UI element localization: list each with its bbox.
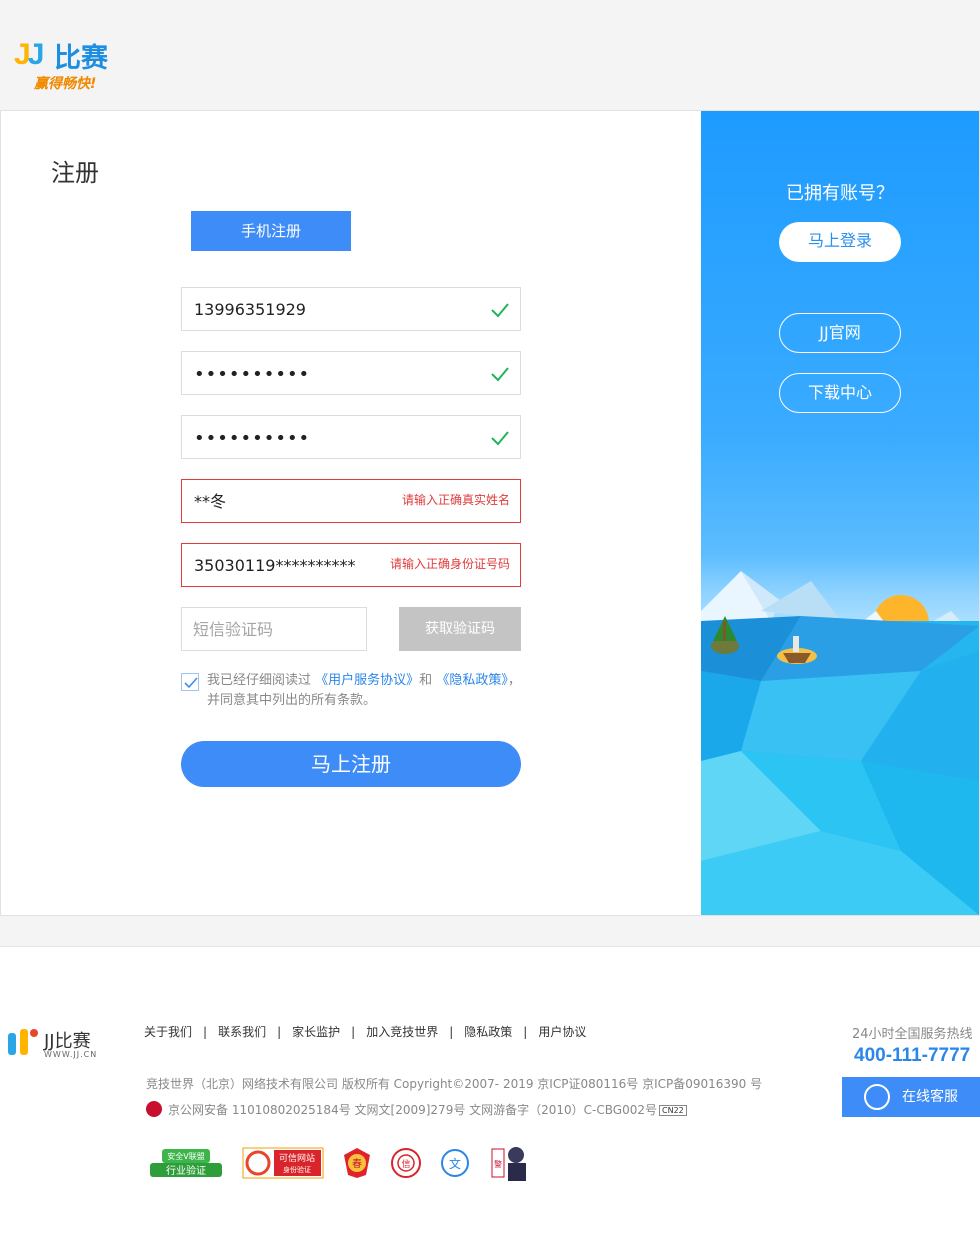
footer-link-privacy[interactable]: 隐私政策 <box>464 1025 512 1039</box>
chun-badge[interactable]: 春 <box>342 1147 372 1179</box>
badge-text: 可信网站 <box>279 1152 315 1164</box>
hotline-label: 24小时全国服务热线 <box>852 1027 973 1042</box>
ocean-illustration <box>701 571 979 915</box>
agree-prefix: 我已经仔细阅读过 <box>207 673 312 688</box>
download-center-button[interactable]: 下载中心 <box>779 373 901 413</box>
logo-slogan: 赢得畅快! <box>34 76 97 92</box>
badge-text: 春 <box>352 1158 362 1170</box>
badge-text: 行业验证 <box>166 1164 206 1177</box>
footer-link-parental[interactable]: 家长监护 <box>292 1025 340 1039</box>
police-emblem-icon <box>146 1101 162 1117</box>
logo-mark: JJ <box>14 38 44 71</box>
separator: | <box>523 1025 528 1039</box>
register-panel: 注册 手机注册 13996351929 •••••••••• •••••••••… <box>0 110 980 916</box>
official-site-button[interactable]: JJ官网 <box>779 313 901 353</box>
tab-phone-register[interactable]: 手机注册 <box>191 211 351 251</box>
badge-text: 警 <box>494 1159 502 1169</box>
user-service-agreement-link[interactable]: 《用户服务协议》 <box>315 673 419 688</box>
check-icon <box>491 367 509 382</box>
footer-link-agreement[interactable]: 用户协议 <box>538 1025 586 1039</box>
side-panel: 已拥有账号？ 马上登录 JJ官网 下载中心 <box>701 111 979 915</box>
credit-badge[interactable]: 信 <box>390 1147 422 1179</box>
login-button[interactable]: 马上登录 <box>779 222 901 262</box>
checkmark-icon <box>184 677 198 689</box>
check-icon <box>491 303 509 318</box>
smiley-icon <box>864 1084 890 1110</box>
sms-code-input[interactable] <box>182 608 366 650</box>
footer-link-join[interactable]: 加入竞技世界 <box>366 1025 438 1039</box>
confirm-password-value: •••••••••• <box>194 428 311 449</box>
icp-info: 京公网安备 11010802025184号 文网文[2009]279号 文网游备… <box>146 1101 687 1118</box>
confirm-password-field[interactable]: •••••••••• <box>181 415 521 459</box>
phone-value: 13996351929 <box>194 300 306 319</box>
hotline-number: 400-111-7777 <box>854 1045 971 1066</box>
icp-text: 京公网安备 11010802025184号 文网文[2009]279号 文网游备… <box>168 1103 657 1117</box>
privacy-policy-link[interactable]: 《隐私政策》 <box>436 673 508 688</box>
phone-field[interactable]: 13996351929 <box>181 287 521 331</box>
footer-logo[interactable]: JJ比赛 WWW.JJ.CN <box>4 1023 114 1063</box>
separator: | <box>449 1025 454 1039</box>
copyright-text: 竞技世界（北京）网络技术有限公司 版权所有 Copyright©2007- 20… <box>146 1077 763 1091</box>
footer-links: 关于我们 | 联系我们 | 家长监护 | 加入竞技世界 | 隐私政策 | 用户协议 <box>144 1023 586 1040</box>
agree-and: 和 <box>419 673 433 688</box>
cn22-badge[interactable]: CN22 <box>659 1105 687 1116</box>
badge-text: 信 <box>401 1158 410 1170</box>
real-name-value: **冬 <box>194 492 227 511</box>
footer-url: WWW.JJ.CN <box>44 1050 98 1059</box>
password-value: •••••••••• <box>194 364 311 385</box>
register-submit-button[interactable]: 马上注册 <box>181 741 521 787</box>
register-form: 注册 手机注册 13996351929 •••••••••• •••••••••… <box>1 111 701 917</box>
password-field[interactable]: •••••••••• <box>181 351 521 395</box>
check-icon <box>491 431 509 446</box>
separator: | <box>203 1025 208 1039</box>
online-service-label: 在线客服 <box>902 1089 958 1105</box>
header: JJ 比赛 赢得畅快! <box>0 0 980 110</box>
page-title: 注册 <box>51 159 99 187</box>
police-badge[interactable]: 警 <box>490 1143 532 1183</box>
security-alliance-badge[interactable]: 安全V联盟 行业验证 <box>148 1147 224 1181</box>
badge-text: 身份验证 <box>283 1165 311 1174</box>
separator: | <box>277 1025 282 1039</box>
badge-text: 文 <box>449 1156 461 1171</box>
jj-logo[interactable]: JJ 比赛 赢得畅快! <box>14 34 124 94</box>
footer-link-about[interactable]: 关于我们 <box>144 1025 192 1039</box>
sms-code-field <box>181 607 367 651</box>
online-service-button[interactable]: 在线客服 <box>842 1077 980 1117</box>
have-account-text: 已拥有账号？ <box>786 183 894 204</box>
id-number-value: 35030119********** <box>194 556 356 575</box>
agree-checkbox[interactable] <box>181 673 199 691</box>
trusted-site-badge[interactable]: 可信网站 身份验证 <box>242 1147 324 1179</box>
culture-badge[interactable]: 文 <box>440 1147 470 1179</box>
logo-brand: 比赛 <box>54 43 108 74</box>
footer-link-contact[interactable]: 联系我们 <box>218 1025 266 1039</box>
id-number-field[interactable]: 35030119********** 请输入正确身份证号码 <box>181 543 521 587</box>
separator: | <box>351 1025 356 1039</box>
id-number-error: 请输入正确身份证号码 <box>389 557 510 571</box>
badge-text: 安全V联盟 <box>167 1151 204 1161</box>
footer: JJ比赛 WWW.JJ.CN 关于我们 | 联系我们 | 家长监护 | 加入竞技世界 | 隐私政… <box>0 947 980 1247</box>
get-sms-code-button[interactable]: 获取验证码 <box>399 607 521 651</box>
real-name-field[interactable]: **冬 请输入正确真实姓名 <box>181 479 521 523</box>
jj-mascot-icon <box>8 1029 38 1055</box>
agreement: 我已经仔细阅读过 《用户服务协议》和 《隐私政策》，并同意其中列出的所有条款。 <box>181 671 526 711</box>
real-name-error: 请输入正确真实姓名 <box>401 493 510 507</box>
